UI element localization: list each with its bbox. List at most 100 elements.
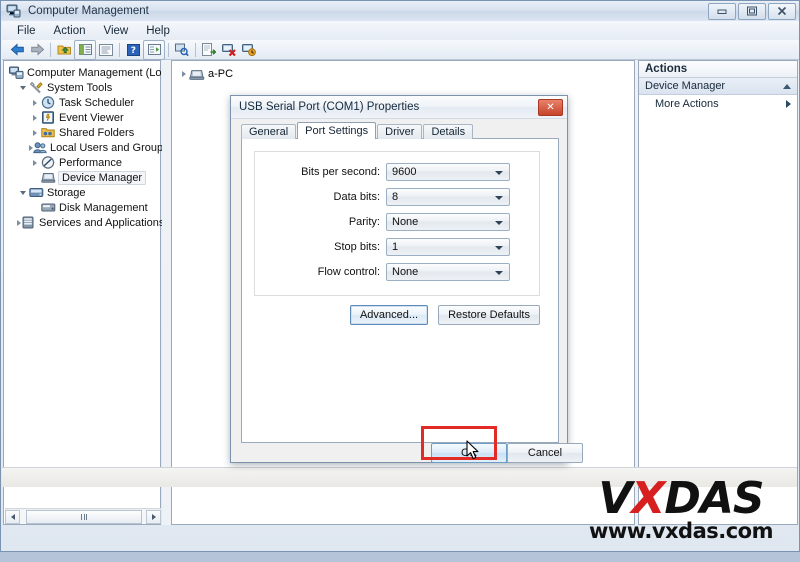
minimize-button[interactable] <box>708 3 736 20</box>
expander-closed[interactable] <box>29 99 40 106</box>
console-tree-icon[interactable] <box>143 39 165 60</box>
performance-icon <box>40 156 56 170</box>
chevron-up-icon[interactable] <box>783 83 791 89</box>
expander-open[interactable] <box>17 85 28 90</box>
field-label: Bits per second: <box>301 165 380 178</box>
chevron-down-icon[interactable] <box>495 195 503 200</box>
scroll-left-button[interactable] <box>5 509 20 524</box>
sidebar-item-disk-management[interactable]: Disk Management <box>7 200 158 215</box>
bits-per-second-combo[interactable]: 9600 <box>386 162 510 181</box>
actions-item-more-actions[interactable]: More Actions <box>639 95 797 112</box>
stop-bits-combo[interactable]: 1 <box>386 237 510 256</box>
cancel-button[interactable]: Cancel <box>507 443 583 463</box>
tab-general[interactable]: General <box>241 124 297 139</box>
port-settings-page: Bits per second: 9600 Data bits: 8 Parit… <box>241 138 559 443</box>
services-icon <box>21 216 36 230</box>
field-parity: Parity: None <box>255 211 539 232</box>
sidebar-item-computer-management[interactable]: Computer Management (Local <box>7 65 176 80</box>
scroll-track[interactable] <box>20 509 146 524</box>
expander-closed[interactable] <box>29 159 40 166</box>
tab-details[interactable]: Details <box>423 124 474 139</box>
dialog-close-button[interactable]: ✕ <box>538 99 563 116</box>
sidebar-item-system-tools[interactable]: System Tools <box>7 80 158 95</box>
flow-control-combo[interactable]: None <box>386 262 510 281</box>
properties-icon[interactable] <box>96 41 116 59</box>
scroll-right-button[interactable] <box>146 509 161 524</box>
chevron-down-icon[interactable] <box>495 170 503 175</box>
sidebar-item-label: Storage <box>47 186 86 199</box>
users-icon <box>33 141 47 155</box>
device-manager-icon <box>40 171 56 185</box>
advanced-button[interactable]: Advanced... <box>349 305 429 325</box>
dialog-footer: OK Cancel <box>231 443 583 463</box>
toolbar-separator-2 <box>119 42 120 57</box>
scroll-thumb[interactable] <box>26 509 142 524</box>
sidebar-item-shared-folders[interactable]: Shared Folders <box>7 125 158 140</box>
menu-item-action[interactable]: Action <box>45 23 95 39</box>
parity-combo[interactable]: None <box>386 212 510 231</box>
window-controls <box>708 3 796 20</box>
tree-horizontal-scrollbar[interactable] <box>5 508 161 524</box>
menu-item-file[interactable]: File <box>8 23 45 39</box>
grip-icon <box>81 513 87 520</box>
expander-closed[interactable] <box>178 71 189 77</box>
chevron-down-icon[interactable] <box>495 270 503 275</box>
field-label: Data bits: <box>333 190 380 203</box>
toolbar-separator <box>50 42 51 57</box>
vxdas-logo-rest: DAS <box>664 473 764 524</box>
expander-closed[interactable] <box>29 129 40 136</box>
chevron-down-icon[interactable] <box>495 220 503 225</box>
forward-icon[interactable] <box>27 41 47 59</box>
expander-open[interactable] <box>17 190 28 195</box>
actions-item-label: More Actions <box>655 97 719 110</box>
computer-icon <box>189 67 205 81</box>
back-icon[interactable] <box>7 41 27 59</box>
sidebar-item-device-manager[interactable]: Device Manager <box>7 170 158 185</box>
field-bits-per-second: Bits per second: 9600 <box>255 161 539 182</box>
close-button[interactable] <box>768 3 796 20</box>
sidebar-item-local-users-and-groups[interactable]: Local Users and Groups <box>7 140 169 155</box>
up-folder-icon[interactable] <box>54 41 74 59</box>
sidebar-item-event-viewer[interactable]: Event Viewer <box>7 110 158 125</box>
actions-group-device-manager[interactable]: Device Manager <box>639 78 797 95</box>
update-driver-icon[interactable] <box>239 41 259 59</box>
storage-icon <box>28 186 44 200</box>
expander-closed[interactable] <box>29 114 40 121</box>
menu-item-view[interactable]: View <box>95 23 138 39</box>
data-bits-combo[interactable]: 8 <box>386 187 510 206</box>
combo-value: 9600 <box>392 165 417 178</box>
maximize-icon <box>746 6 758 18</box>
sidebar-item-label: Disk Management <box>59 201 148 214</box>
tab-driver[interactable]: Driver <box>377 124 423 139</box>
sidebar-item-storage[interactable]: Storage <box>7 185 158 200</box>
minimize-icon <box>716 6 728 17</box>
restore-defaults-button[interactable]: Restore Defaults <box>438 305 540 325</box>
shared-folders-icon <box>40 126 56 140</box>
scan-hardware-icon[interactable] <box>172 41 192 59</box>
arrow-right-icon <box>786 99 791 108</box>
show-hide-tree-icon[interactable] <box>74 39 96 60</box>
window-title: Computer Management <box>28 5 149 17</box>
svg-text:?: ? <box>130 46 135 56</box>
uninstall-device-icon[interactable] <box>219 41 239 59</box>
sidebar-item-performance[interactable]: Performance <box>7 155 158 170</box>
vxdas-logo-x: X <box>631 473 665 524</box>
actions-pane: Actions Device Manager More Actions <box>638 60 798 525</box>
sidebar-item-task-scheduler[interactable]: Task Scheduler <box>7 95 158 110</box>
splitter-left[interactable] <box>162 60 171 525</box>
dialog-title-bar[interactable]: USB Serial Port (COM1) Properties ✕ <box>231 96 567 119</box>
mouse-cursor <box>466 440 482 465</box>
console-tree-pane: Computer Management (Local System Tools <box>3 60 176 525</box>
sidebar-item-label: Shared Folders <box>59 126 135 139</box>
maximize-button[interactable] <box>738 3 766 20</box>
sidebar-item-services-and-applications[interactable]: Services and Applications <box>7 215 164 230</box>
menu-item-help[interactable]: Help <box>137 23 179 39</box>
combo-value: None <box>392 265 419 278</box>
window-title-bar[interactable]: Computer Management <box>1 1 799 21</box>
chevron-down-icon[interactable] <box>495 245 503 250</box>
export-list-icon[interactable] <box>199 41 219 59</box>
device-tree-root-label: a-PC <box>208 68 234 80</box>
device-tree-root[interactable]: a-PC <box>178 66 634 82</box>
help-icon[interactable]: ? <box>123 41 143 59</box>
tab-port-settings[interactable]: Port Settings <box>297 122 377 139</box>
